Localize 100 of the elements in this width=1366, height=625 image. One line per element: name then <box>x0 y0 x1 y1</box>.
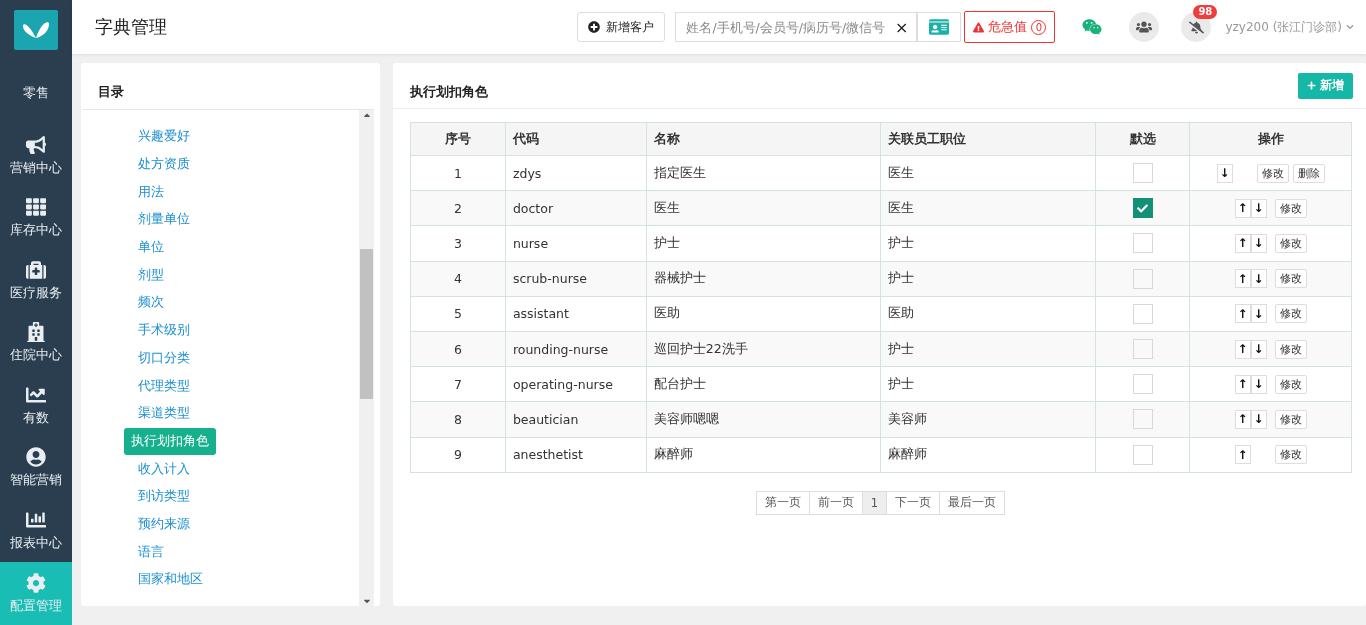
catalog-item[interactable]: 到访类型 <box>131 482 197 511</box>
move-down-button[interactable]: ↓ <box>1250 339 1267 359</box>
edit-button[interactable]: 修改 <box>1274 233 1307 253</box>
page-button[interactable]: 前一页 <box>808 490 863 515</box>
table-cell: 2 <box>410 190 506 226</box>
catalog-item[interactable]: 收入计入 <box>131 455 197 483</box>
move-up-button[interactable]: ↑ <box>1234 409 1251 429</box>
table-cell: 9 <box>410 437 506 473</box>
page-button[interactable]: 最后一页 <box>939 490 1006 515</box>
catalog-item[interactable]: 代理类型 <box>131 372 197 400</box>
sidebar-item[interactable]: 医疗服务 <box>0 249 72 313</box>
catalog-item[interactable]: 渠道类型 <box>131 399 197 428</box>
notification-badge: 98 <box>1193 5 1218 19</box>
settings-icon <box>26 572 46 593</box>
table-cell: doctor <box>505 190 647 226</box>
catalog-item[interactable]: 剂量单位 <box>131 206 197 234</box>
sidebar-item[interactable]: 报表中心 <box>0 499 72 563</box>
table-cell: 医生 <box>880 155 1096 191</box>
table-cell: zdys <box>505 155 647 191</box>
table-cell: 3 <box>410 225 506 262</box>
table-cell: 麻醉师 <box>646 437 881 473</box>
page-button[interactable]: 第一页 <box>755 490 810 515</box>
logo[interactable] <box>14 10 58 50</box>
move-down-button[interactable]: ↓ <box>1216 163 1233 183</box>
table-cell: 器械护士 <box>646 261 881 297</box>
table-cell: 麻醉师 <box>880 437 1096 473</box>
catalog-item[interactable]: 剂型 <box>131 261 171 290</box>
catalog-item[interactable]: 单位 <box>131 233 171 262</box>
delete-button[interactable]: 删除 <box>1292 163 1325 183</box>
table-cell: 护士 <box>880 225 1096 262</box>
catalog-item[interactable]: 语言 <box>131 538 171 566</box>
sidebar-item[interactable]: 库存中心 <box>0 186 72 250</box>
edit-button[interactable]: 修改 <box>1274 198 1307 218</box>
grid-icon <box>26 197 46 218</box>
clear-button[interactable]: × <box>895 17 909 37</box>
medical-kit-icon <box>26 259 46 280</box>
table-cell: 配台护士 <box>646 366 881 402</box>
catalog-item[interactable]: 国家和地区 <box>131 566 210 594</box>
catalog-item[interactable]: 手术级别 <box>131 316 197 345</box>
edit-button[interactable]: 修改 <box>1256 163 1289 183</box>
table-cell: anesthetist <box>505 437 647 473</box>
table-cell: 1 <box>410 155 506 191</box>
catalog-item[interactable]: 兴趣爱好 <box>131 123 197 151</box>
table-cell: 美容师 <box>880 401 1096 437</box>
table-cell: 医生 <box>880 190 1096 226</box>
table-cell: 8 <box>410 401 506 437</box>
page-button[interactable]: 1 <box>861 490 888 515</box>
caret-icon <box>1346 23 1354 31</box>
checkbox[interactable] <box>1132 198 1153 219</box>
sidebar-item[interactable]: 有数 <box>0 374 72 438</box>
table-cell: scrub-nurse <box>505 261 647 297</box>
move-up-button[interactable]: ↑ <box>1234 304 1251 324</box>
move-up-button[interactable]: ↑ <box>1234 374 1251 394</box>
table-cell: 医生 <box>646 190 881 226</box>
catalog-item[interactable]: 处方资质 <box>131 150 197 179</box>
sidebar-item[interactable]: 零售 <box>0 61 72 125</box>
scrollbar[interactable] <box>359 110 374 606</box>
column-header: 名称 <box>646 122 881 156</box>
edit-button[interactable]: 修改 <box>1274 269 1307 289</box>
column-header: 默选 <box>1095 122 1190 156</box>
table-cell: 美容师嗯嗯 <box>646 401 881 437</box>
panel-title: 执行划扣角色 <box>410 82 488 101</box>
move-up-button[interactable]: ↑ <box>1234 233 1251 253</box>
move-up-button[interactable]: ↑ <box>1234 339 1251 359</box>
edit-button[interactable]: 修改 <box>1274 374 1307 394</box>
table-cell: 护士 <box>646 225 881 262</box>
catalog-item[interactable]: 频次 <box>131 289 171 317</box>
new-customer-button[interactable]: 新增客户 <box>577 12 666 42</box>
group-icon[interactable] <box>1129 12 1160 42</box>
move-up-button[interactable]: ↑ <box>1234 269 1251 289</box>
move-down-button[interactable]: ↓ <box>1250 409 1267 429</box>
table-cell: 6 <box>410 331 506 367</box>
table-cell: beautician <box>505 401 647 437</box>
table-cell: nurse <box>505 225 647 262</box>
id-card-icon <box>929 17 950 37</box>
sidebar-item[interactable]: 住院中心 <box>0 312 72 375</box>
catalog-item[interactable]: 用法 <box>131 178 171 207</box>
move-down-button[interactable]: ↓ <box>1250 198 1267 218</box>
column-header: 序号 <box>410 122 506 156</box>
move-down-button[interactable]: ↓ <box>1250 269 1267 289</box>
edit-button[interactable]: 修改 <box>1274 409 1307 429</box>
sidebar-item[interactable]: 营销中心 <box>0 124 72 187</box>
column-header: 代码 <box>505 122 647 156</box>
edit-button[interactable]: 修改 <box>1274 304 1307 324</box>
column-header: 关联员工职位 <box>880 122 1096 156</box>
alert-button[interactable]: 危急值 0 <box>964 11 1056 43</box>
page-button[interactable]: 下一页 <box>886 490 941 515</box>
warning-icon <box>973 21 985 33</box>
catalog-item[interactable]: 切口分类 <box>131 344 197 373</box>
table-cell: 医助 <box>646 296 881 332</box>
id-card-button[interactable] <box>917 12 962 42</box>
search-field[interactable]: 姓名/手机号/会员号/病历号/微信号 × <box>675 12 918 42</box>
move-up-button[interactable]: ↑ <box>1234 198 1251 218</box>
table-cell: 巡回护士22洗手 <box>646 331 881 367</box>
megaphone-icon <box>26 134 46 155</box>
sidebar-item[interactable]: 智能营销 <box>0 437 72 500</box>
move-up-button[interactable]: ↑ <box>1234 445 1251 465</box>
catalog-item[interactable]: 预约来源 <box>131 510 197 539</box>
edit-button[interactable]: 修改 <box>1274 339 1307 359</box>
edit-button[interactable]: 修改 <box>1274 445 1307 465</box>
